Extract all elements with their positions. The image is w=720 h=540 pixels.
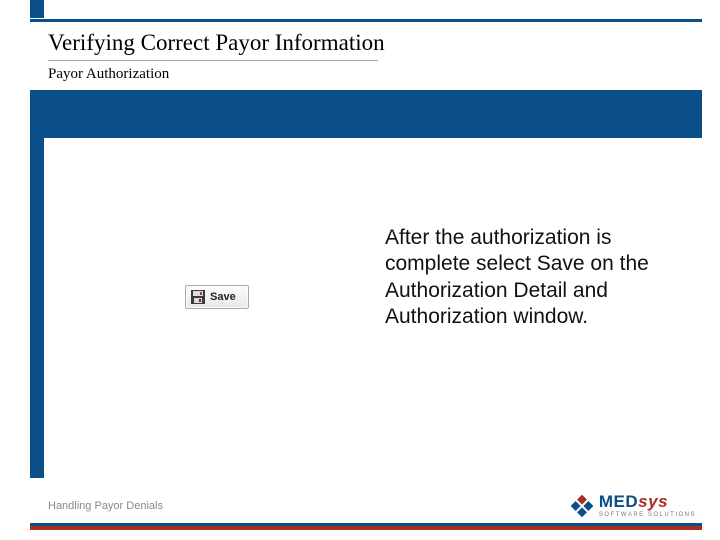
floppy-disk-icon xyxy=(191,290,205,304)
brand-tagline: SOFTWARE SOLUTIONS xyxy=(599,512,696,518)
slide-title: Verifying Correct Payor Information xyxy=(48,30,385,56)
diamond-cluster-icon xyxy=(571,495,593,517)
accent-top-rule xyxy=(30,19,702,22)
brand-logo: MEDsys SOFTWARE SOLUTIONS xyxy=(571,493,696,518)
header-band xyxy=(30,90,702,138)
footer-label: Handling Payor Denials xyxy=(48,500,163,512)
footer-rule-red xyxy=(30,526,702,530)
brand-part1: MED xyxy=(599,492,638,511)
save-button[interactable]: Save xyxy=(185,285,249,309)
brand-part2: sys xyxy=(638,492,668,511)
brand-text: MEDsys SOFTWARE SOLUTIONS xyxy=(599,493,696,518)
title-underline xyxy=(48,60,378,61)
body-text: After the authorization is complete sele… xyxy=(385,225,685,330)
accent-top-block xyxy=(30,0,44,18)
slide-subtitle: Payor Authorization xyxy=(48,66,169,83)
left-rail xyxy=(30,90,44,478)
slide: Verifying Correct Payor Information Payo… xyxy=(0,0,720,540)
save-button-label: Save xyxy=(210,291,236,303)
